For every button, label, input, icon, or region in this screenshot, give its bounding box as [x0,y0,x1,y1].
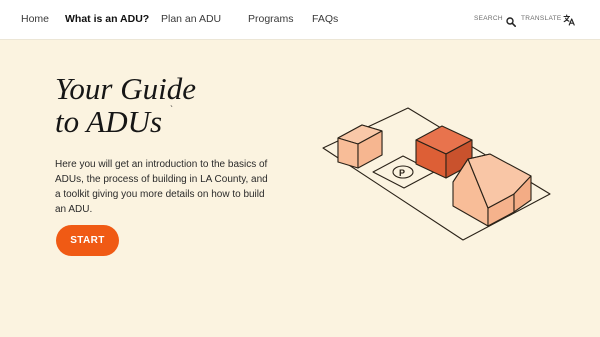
nav-item-plan-an-adu[interactable]: Plan an ADU [161,13,221,25]
title-decorative-mark: ` [170,104,173,114]
nav-item-faqs[interactable]: FAQs [312,13,338,25]
translate-label[interactable]: TRANSLATE [521,15,562,22]
page-title: Your Guide to ADUs [55,72,295,138]
nav-item-home[interactable]: Home [21,13,49,25]
parking-letter: P [399,168,405,178]
nav-item-programs[interactable]: Programs [248,13,294,25]
search-icon[interactable] [506,14,516,32]
nav-item-what-is-an-adu[interactable]: What is an ADU? [65,13,149,25]
page-title-line-1: Your Guide [55,71,196,106]
translate-icon[interactable] [563,13,575,31]
start-button[interactable]: START [56,225,119,256]
search-label[interactable]: SEARCH [474,15,503,22]
main-house [452,153,532,227]
light-adu-box-left [337,124,383,169]
top-navigation: Home What is an ADU? Plan an ADU Program… [0,0,600,40]
page-title-line-2: to ADUs [55,104,163,139]
adu-lot-illustration: P [322,107,551,241]
intro-description: Here you will get an introduction to the… [55,159,268,215]
